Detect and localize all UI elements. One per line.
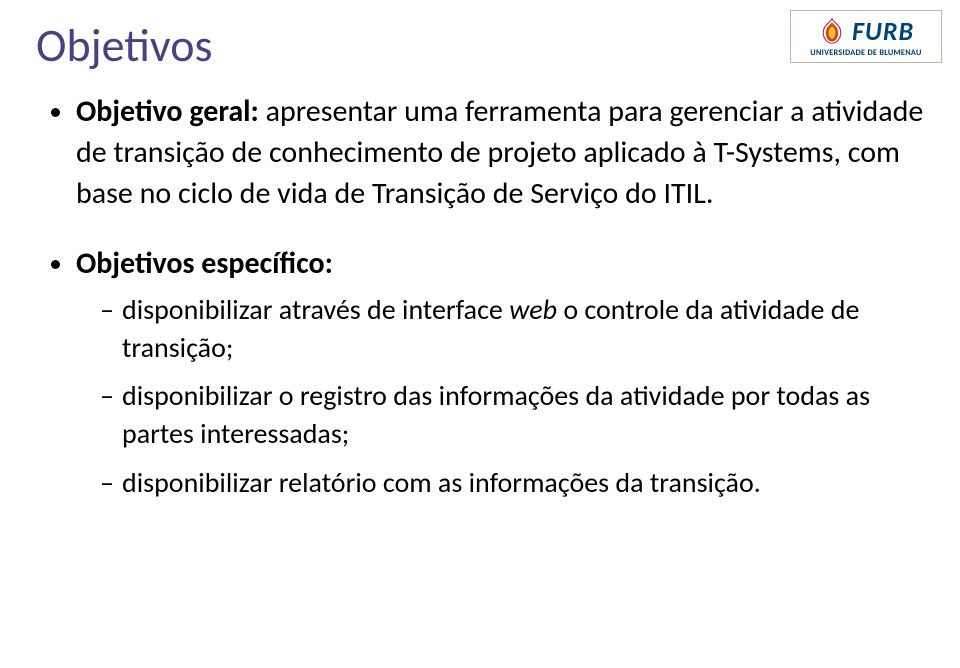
sub-bullet-text: disponibilizar através de interface	[122, 292, 509, 327]
logo-subtitle: UNIVERSIDADE DE BLUMENAU	[797, 48, 935, 58]
flame-icon	[818, 17, 846, 45]
sub-bullet-text: disponibilizar relatório com as informaç…	[122, 465, 761, 500]
sub-bullet-list: disponibilizar através de interface web …	[76, 291, 924, 501]
sub-bullet-italic: web	[509, 292, 557, 327]
slide: FURB UNIVERSIDADE DE BLUMENAU Objetivos …	[0, 0, 960, 668]
bullet-item: Objetivos específico: disponibilizar atr…	[76, 244, 924, 501]
bullet-item: Objetivo geral: apresentar uma ferrament…	[76, 92, 924, 214]
bullet-label: Objetivos específico:	[76, 245, 333, 282]
logo-word: FURB	[852, 15, 914, 47]
logo-container: FURB UNIVERSIDADE DE BLUMENAU	[790, 10, 942, 63]
sub-bullet-item: disponibilizar o registro das informaçõe…	[100, 377, 924, 453]
bullet-label: Objetivo geral:	[76, 93, 259, 130]
sub-bullet-text: disponibilizar o registro das informaçõe…	[122, 378, 870, 451]
bullet-list: Objetivo geral: apresentar uma ferrament…	[36, 92, 924, 502]
sub-bullet-item: disponibilizar através de interface web …	[100, 291, 924, 367]
sub-bullet-item: disponibilizar relatório com as informaç…	[100, 464, 924, 502]
logo: FURB UNIVERSIDADE DE BLUMENAU	[790, 10, 942, 63]
